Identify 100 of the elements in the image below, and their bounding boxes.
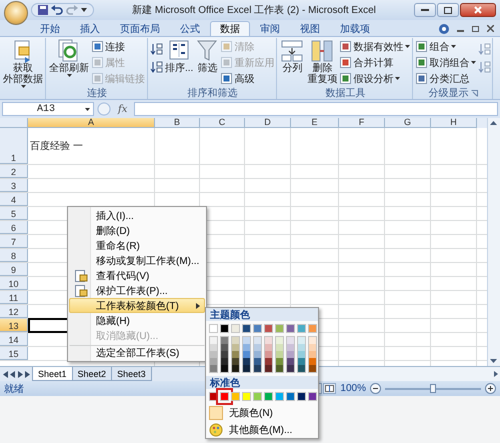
slider-thumb[interactable] — [430, 384, 436, 392]
office-button[interactable] — [4, 1, 28, 25]
color-swatch[interactable] — [253, 324, 262, 333]
color-swatch[interactable] — [275, 392, 284, 401]
row-header[interactable]: 8 — [0, 249, 28, 262]
color-swatch[interactable] — [298, 351, 305, 358]
color-swatch[interactable] — [287, 351, 294, 358]
color-swatch[interactable] — [242, 392, 251, 401]
color-swatch[interactable] — [308, 392, 317, 401]
color-swatch[interactable] — [254, 344, 261, 351]
row-header[interactable]: 1 — [0, 128, 28, 164]
ribbon-button[interactable]: 高级 — [220, 71, 276, 86]
color-swatch[interactable] — [232, 351, 239, 358]
ribbon-tab[interactable]: 数据 — [210, 21, 250, 36]
right-arrow-icon[interactable] — [492, 370, 500, 378]
row-header[interactable]: 11 — [0, 291, 28, 304]
color-swatch[interactable] — [298, 337, 305, 344]
menu-item[interactable]: 查看代码(V) — [69, 268, 205, 283]
zoom-out-icon[interactable] — [370, 383, 381, 394]
ribbon-icon-button[interactable] — [150, 61, 163, 73]
color-swatch[interactable] — [232, 344, 239, 351]
color-swatch[interactable] — [243, 358, 250, 365]
color-swatch[interactable] — [309, 365, 316, 372]
sheet-tab[interactable]: Sheet1 — [32, 367, 73, 381]
ribbon-button[interactable]: 全部刷新 — [48, 39, 90, 77]
color-swatch[interactable] — [309, 351, 316, 358]
maximize-button[interactable] — [437, 3, 459, 17]
color-swatch[interactable] — [297, 324, 306, 333]
row-header[interactable]: 4 — [0, 193, 28, 206]
minimize-button[interactable] — [414, 3, 436, 17]
row-header[interactable]: 13 — [0, 319, 28, 332]
row-header[interactable]: 10 — [0, 277, 28, 290]
color-swatch[interactable] — [309, 344, 316, 351]
color-swatch[interactable] — [287, 337, 294, 344]
color-swatch[interactable] — [243, 365, 250, 372]
color-swatch[interactable] — [210, 358, 217, 365]
color-swatch[interactable] — [220, 324, 229, 333]
save-icon[interactable] — [38, 5, 48, 15]
vertical-scrollbar[interactable] — [487, 118, 500, 366]
row-header[interactable]: 3 — [0, 179, 28, 192]
column-header[interactable]: B — [155, 118, 200, 128]
ribbon-button[interactable]: 分列 — [279, 39, 306, 74]
color-swatch[interactable] — [276, 344, 283, 351]
help-icon[interactable] — [439, 24, 449, 34]
color-swatch[interactable] — [264, 324, 273, 333]
color-swatch[interactable] — [297, 392, 306, 401]
color-swatch[interactable] — [265, 358, 272, 365]
menu-item[interactable]: 保护工作表(P)... — [69, 283, 205, 298]
row-header[interactable]: 5 — [0, 207, 28, 220]
ribbon-button[interactable]: 排序... — [164, 39, 194, 74]
row-header[interactable]: 14 — [0, 333, 28, 346]
sheet-tab[interactable]: Sheet2 — [72, 367, 112, 381]
color-swatch[interactable] — [286, 392, 295, 401]
close-icon[interactable] — [487, 25, 494, 32]
column-header[interactable]: F — [339, 118, 385, 128]
color-swatch[interactable] — [210, 351, 217, 358]
ribbon-button[interactable]: 筛选 — [195, 39, 220, 74]
dialog-launcher-icon[interactable] — [471, 90, 478, 96]
color-swatch[interactable] — [265, 337, 272, 344]
color-swatch[interactable] — [210, 365, 217, 372]
menu-item[interactable]: 重命名(R) — [69, 238, 205, 253]
color-swatch[interactable] — [242, 324, 251, 333]
color-swatch[interactable] — [232, 337, 239, 344]
row-header[interactable]: 12 — [0, 305, 28, 318]
color-swatch[interactable] — [221, 358, 228, 365]
color-swatch[interactable] — [309, 358, 316, 365]
ribbon-button[interactable]: 组合 — [415, 39, 478, 54]
ribbon-button[interactable]: 数据有效性 — [339, 39, 412, 54]
color-swatch[interactable] — [254, 365, 261, 372]
select-all-corner[interactable] — [0, 118, 28, 128]
ribbon-button[interactable]: 连接 — [91, 39, 146, 54]
close-button[interactable] — [460, 3, 496, 17]
column-header[interactable]: H — [431, 118, 477, 128]
column-header[interactable]: A — [28, 118, 155, 128]
menu-item[interactable]: 插入(I)... — [69, 208, 205, 223]
ribbon-tab[interactable]: 视图 — [290, 21, 330, 36]
color-swatch[interactable] — [232, 358, 239, 365]
color-swatch[interactable] — [254, 351, 261, 358]
function-label[interactable]: fx — [114, 104, 132, 114]
menu-item[interactable]: 移动或复制工作表(M)... — [69, 253, 205, 268]
ribbon-tab[interactable]: 公式 — [170, 21, 210, 36]
color-swatch[interactable] — [287, 358, 294, 365]
ribbon-tab[interactable]: 插入 — [70, 21, 110, 36]
menu-item[interactable]: 无颜色(N) — [206, 404, 318, 421]
color-swatch[interactable] — [210, 337, 217, 344]
column-header[interactable]: G — [385, 118, 431, 128]
column-header[interactable]: C — [200, 118, 245, 128]
color-swatch[interactable] — [221, 344, 228, 351]
ribbon-button[interactable]: 假设分析 — [339, 71, 412, 86]
color-swatch[interactable] — [221, 337, 228, 344]
menu-item[interactable]: 隐藏(H) — [69, 313, 205, 328]
name-box[interactable]: A13 — [2, 102, 94, 116]
menu-item[interactable]: 删除(D) — [69, 223, 205, 238]
row-header[interactable]: 9 — [0, 263, 28, 276]
ribbon-button[interactable]: 删除 重复项 — [306, 39, 338, 85]
column-header[interactable]: D — [245, 118, 291, 128]
ribbon-tab[interactable]: 开始 — [30, 21, 70, 36]
ribbon-button[interactable]: 分类汇总 — [415, 71, 478, 86]
color-swatch[interactable] — [232, 365, 239, 372]
menu-item[interactable]: 其他颜色(M)... — [206, 421, 318, 438]
